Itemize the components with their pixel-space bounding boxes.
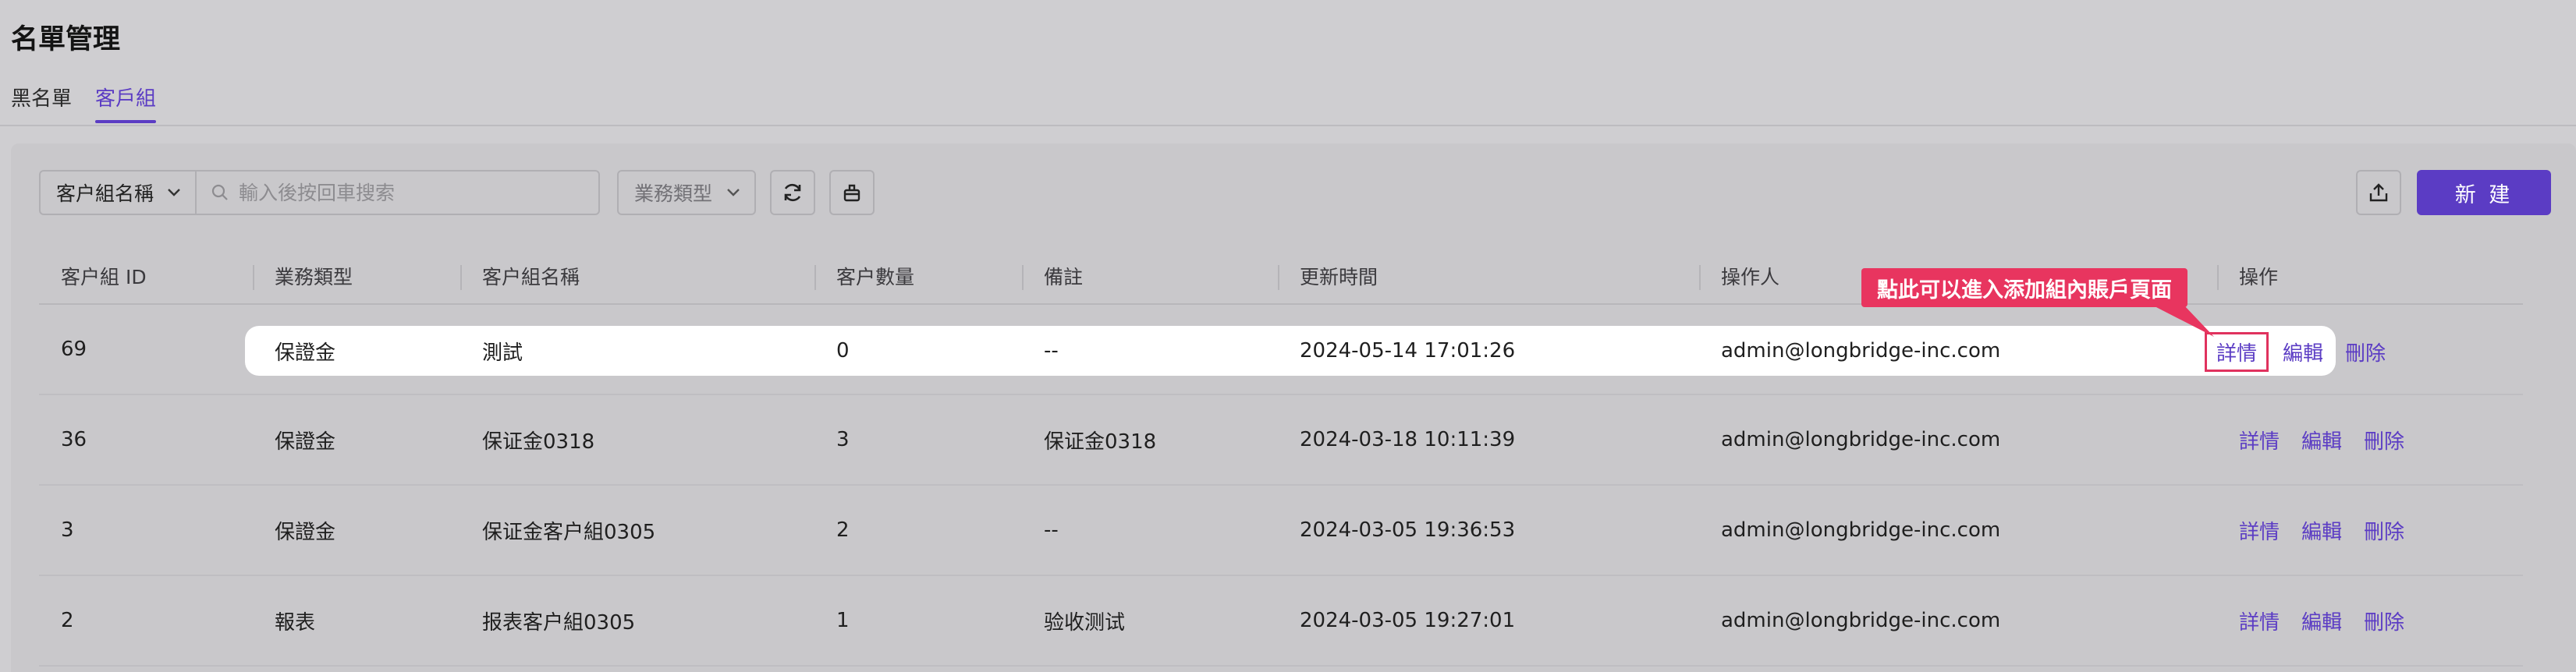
col-header-actions: 操作 bbox=[2217, 248, 2523, 304]
export-button[interactable] bbox=[2356, 170, 2401, 215]
edit-link[interactable]: 編輯 bbox=[2301, 516, 2342, 545]
hl-cell-updated: 2024-05-14 17:01:26 bbox=[1300, 339, 1516, 363]
cell-actions: 詳情 編輯 刪除 bbox=[2217, 575, 2523, 666]
hl-cell-note: -- bbox=[1044, 339, 1059, 363]
delete-link[interactable]: 刪除 bbox=[2345, 338, 2386, 366]
cell-actions: 詳情 編輯 刪除 bbox=[2217, 394, 2523, 485]
cell-business-type: 保證金 bbox=[275, 520, 336, 544]
tabs: 黑名單 客戶組 bbox=[11, 78, 157, 126]
delete-link[interactable]: 刪除 bbox=[2364, 426, 2404, 454]
cell-group-name: 报表客户組0305 bbox=[482, 610, 636, 635]
table-row: 2 報表 报表客户組0305 1 验收测试 2024-03-05 19:27:0… bbox=[39, 575, 2523, 666]
broom-icon bbox=[843, 184, 860, 202]
detail-link[interactable]: 詳情 bbox=[2239, 516, 2280, 545]
cell-business-type: 保證金 bbox=[275, 430, 336, 454]
search-type-select[interactable]: 客户組名稱 bbox=[41, 172, 197, 214]
cell-operator: admin@longbridge-inc.com bbox=[1721, 609, 2001, 632]
business-type-placeholder: 業務類型 bbox=[634, 182, 713, 205]
cell-operator: admin@longbridge-inc.com bbox=[1721, 518, 2001, 542]
col-header-id: 客户組 ID bbox=[61, 265, 147, 288]
cell-note: -- bbox=[1044, 518, 1059, 542]
col-header-business-type: 業務類型 bbox=[253, 248, 460, 304]
cell-updated: 2024-03-05 19:27:01 bbox=[1300, 609, 1516, 632]
delete-link[interactable]: 刪除 bbox=[2364, 607, 2404, 635]
cell-operator: admin@longbridge-inc.com bbox=[1721, 428, 2001, 451]
col-header-count: 客户數量 bbox=[814, 248, 1022, 304]
edit-link[interactable]: 編輯 bbox=[2283, 338, 2323, 366]
hl-cell-group-name: 測試 bbox=[482, 341, 523, 365]
tab-blacklist[interactable]: 黑名單 bbox=[11, 78, 72, 126]
search-input-wrap bbox=[197, 172, 598, 214]
detail-link[interactable]: 詳情 bbox=[2239, 607, 2280, 635]
cell-id: 69 bbox=[61, 338, 87, 361]
callout-tooltip: 點此可以進入添加組內賬戶頁面 bbox=[1861, 268, 2187, 307]
chevron-down-icon bbox=[168, 189, 180, 196]
new-button[interactable]: 新 建 bbox=[2417, 170, 2551, 215]
cell-updated: 2024-03-18 10:11:39 bbox=[1300, 428, 1516, 451]
table-row: 36 保證金 保证金0318 3 保证金0318 2024-03-18 10:1… bbox=[39, 394, 2523, 485]
cell-count: 3 bbox=[836, 428, 850, 451]
detail-link[interactable]: 詳情 bbox=[2239, 426, 2280, 454]
search-input[interactable] bbox=[239, 181, 582, 204]
detail-link-highlighted[interactable]: 詳情 bbox=[2205, 332, 2269, 372]
highlighted-row bbox=[245, 326, 2336, 376]
page-title: 名單管理 bbox=[11, 24, 121, 55]
customer-group-table: 客户組 ID 業務類型 客户組名稱 客户數量 備註 更新時間 操作人 操作 69… bbox=[39, 248, 2523, 667]
cell-group-name: 保证金客户組0305 bbox=[482, 520, 656, 544]
delete-link[interactable]: 刪除 bbox=[2364, 516, 2404, 545]
hl-cell-actions: 詳情 編輯 刪除 bbox=[2205, 332, 2386, 372]
edit-link[interactable]: 編輯 bbox=[2301, 426, 2342, 454]
cell-actions: 詳情 編輯 刪除 bbox=[2217, 485, 2523, 575]
cell-id: 36 bbox=[61, 428, 87, 451]
hl-cell-count: 0 bbox=[836, 339, 850, 363]
cell-id: 2 bbox=[61, 609, 74, 632]
hl-cell-business-type: 保證金 bbox=[275, 341, 336, 365]
table-row: 3 保證金 保证金客户組0305 2 -- 2024-03-05 19:36:5… bbox=[39, 485, 2523, 575]
search-icon bbox=[211, 184, 228, 200]
toolbar: 客户組名稱 業務類型 bbox=[39, 170, 875, 215]
cell-note: 保证金0318 bbox=[1044, 430, 1157, 454]
cell-updated: 2024-03-05 19:36:53 bbox=[1300, 518, 1516, 542]
refresh-icon bbox=[784, 183, 801, 202]
cell-count: 2 bbox=[836, 518, 850, 542]
col-header-updated: 更新時間 bbox=[1278, 248, 1699, 304]
tab-customer-group[interactable]: 客戶組 bbox=[95, 78, 157, 126]
cell-note: 验收测试 bbox=[1044, 610, 1126, 635]
cell-count: 1 bbox=[836, 609, 850, 632]
tabs-divider bbox=[0, 125, 2576, 126]
business-type-select[interactable]: 業務類型 bbox=[617, 170, 756, 215]
chevron-down-icon bbox=[727, 189, 740, 196]
edit-link[interactable]: 編輯 bbox=[2301, 607, 2342, 635]
search-type-label: 客户組名稱 bbox=[56, 182, 154, 205]
cell-business-type: 報表 bbox=[275, 610, 316, 635]
refresh-button[interactable] bbox=[770, 170, 815, 215]
col-header-note: 備註 bbox=[1022, 248, 1278, 304]
search-group: 客户組名稱 bbox=[39, 170, 600, 215]
cell-group-name: 保证金0318 bbox=[482, 430, 595, 454]
right-tools: 新 建 bbox=[2356, 170, 2551, 215]
clear-button[interactable] bbox=[829, 170, 875, 215]
hl-cell-operator: admin@longbridge-inc.com bbox=[1721, 339, 2001, 363]
col-header-group-name: 客户組名稱 bbox=[460, 248, 814, 304]
cell-id: 3 bbox=[61, 518, 74, 542]
export-icon bbox=[2369, 183, 2388, 202]
